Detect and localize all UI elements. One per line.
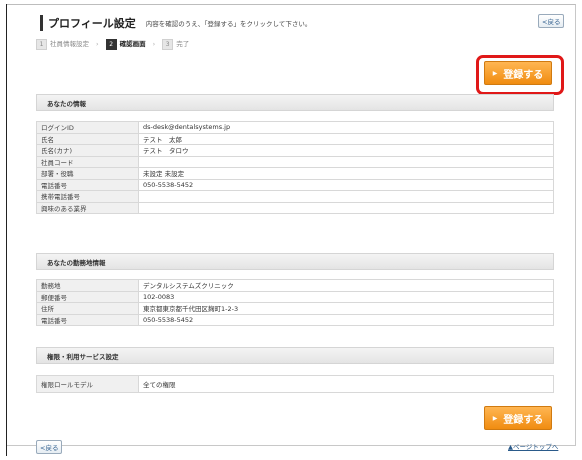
step-1: 1 社員情報設定 xyxy=(36,38,89,50)
table-row: 権限ロールモデル 全ての権限 xyxy=(36,375,554,393)
table-row: 電話番号 050-5538-5452 xyxy=(36,313,554,326)
register-button-label: 登録する xyxy=(503,69,544,81)
page-instruction: 内容を確認のうえ、「登録する」をクリックして下さい。 xyxy=(145,20,312,28)
arrow-right-icon: ▶ xyxy=(492,414,498,422)
table-row: 興味のある業界 xyxy=(36,201,554,214)
register-button-top[interactable]: ▶ 登録する xyxy=(484,61,552,85)
back-button-top[interactable]: <戻る xyxy=(538,14,565,28)
table-row: 郵便番号 102-0083 xyxy=(36,290,554,303)
section-user-info-header: あなたの情報 xyxy=(36,94,554,111)
step-separator-icon: › xyxy=(152,40,156,48)
page-header: プロフィール設定 内容を確認のうえ、「登録する」をクリックして下さい。 xyxy=(40,15,311,31)
table-row: ログインID ds-desk@dentalsystems.jp xyxy=(36,121,554,134)
section-workplace-header: あなたの勤務地情報 xyxy=(36,253,554,270)
user-info-table: ログインID ds-desk@dentalsystems.jp 氏名 テスト 太郎 … xyxy=(36,121,554,214)
workplace-table: 勤務地 デンタルシステムズクリニック 郵便番号 102-0083 住所 東京都東京都千… xyxy=(36,279,554,326)
permissions-table: 権限ロールモデル 全ての権限 xyxy=(36,375,554,393)
table-row: 氏名(カナ) テスト タロウ xyxy=(36,144,554,157)
section-permissions-header: 権限・利用サービス設定 xyxy=(36,347,554,364)
register-button-bottom[interactable]: ▶ 登録する xyxy=(484,406,552,430)
step-2-current: 2 確認画面 xyxy=(105,38,146,50)
step-separator-icon: › xyxy=(96,40,99,48)
table-row: 電話番号 050-5538-5452 xyxy=(36,178,554,191)
table-row: 勤務地 デンタルシステムズクリニック xyxy=(36,279,554,292)
page-title: プロフィール設定 xyxy=(48,17,136,30)
left-border xyxy=(6,4,7,456)
back-button-bottom[interactable]: <戻る xyxy=(36,440,63,454)
arrow-right-icon: ▶ xyxy=(492,69,498,77)
table-row: 部署・役職 未設定 未設定 xyxy=(36,167,554,180)
table-row: 住所 東京都東京都千代田区麹町1-2-3 xyxy=(36,302,554,315)
register-button-label: 登録する xyxy=(503,414,544,426)
table-row: 社員コード xyxy=(36,155,554,168)
step-indicator: 1 社員情報設定 › 2 確認画面 › 3 完了 xyxy=(36,38,189,50)
page-top-link[interactable]: ▲ページトップへ xyxy=(508,441,558,451)
table-row: 氏名 テスト 太郎 xyxy=(36,132,554,145)
step-3: 3 完了 xyxy=(162,38,189,50)
table-row: 携帯電話番号 xyxy=(36,190,554,203)
